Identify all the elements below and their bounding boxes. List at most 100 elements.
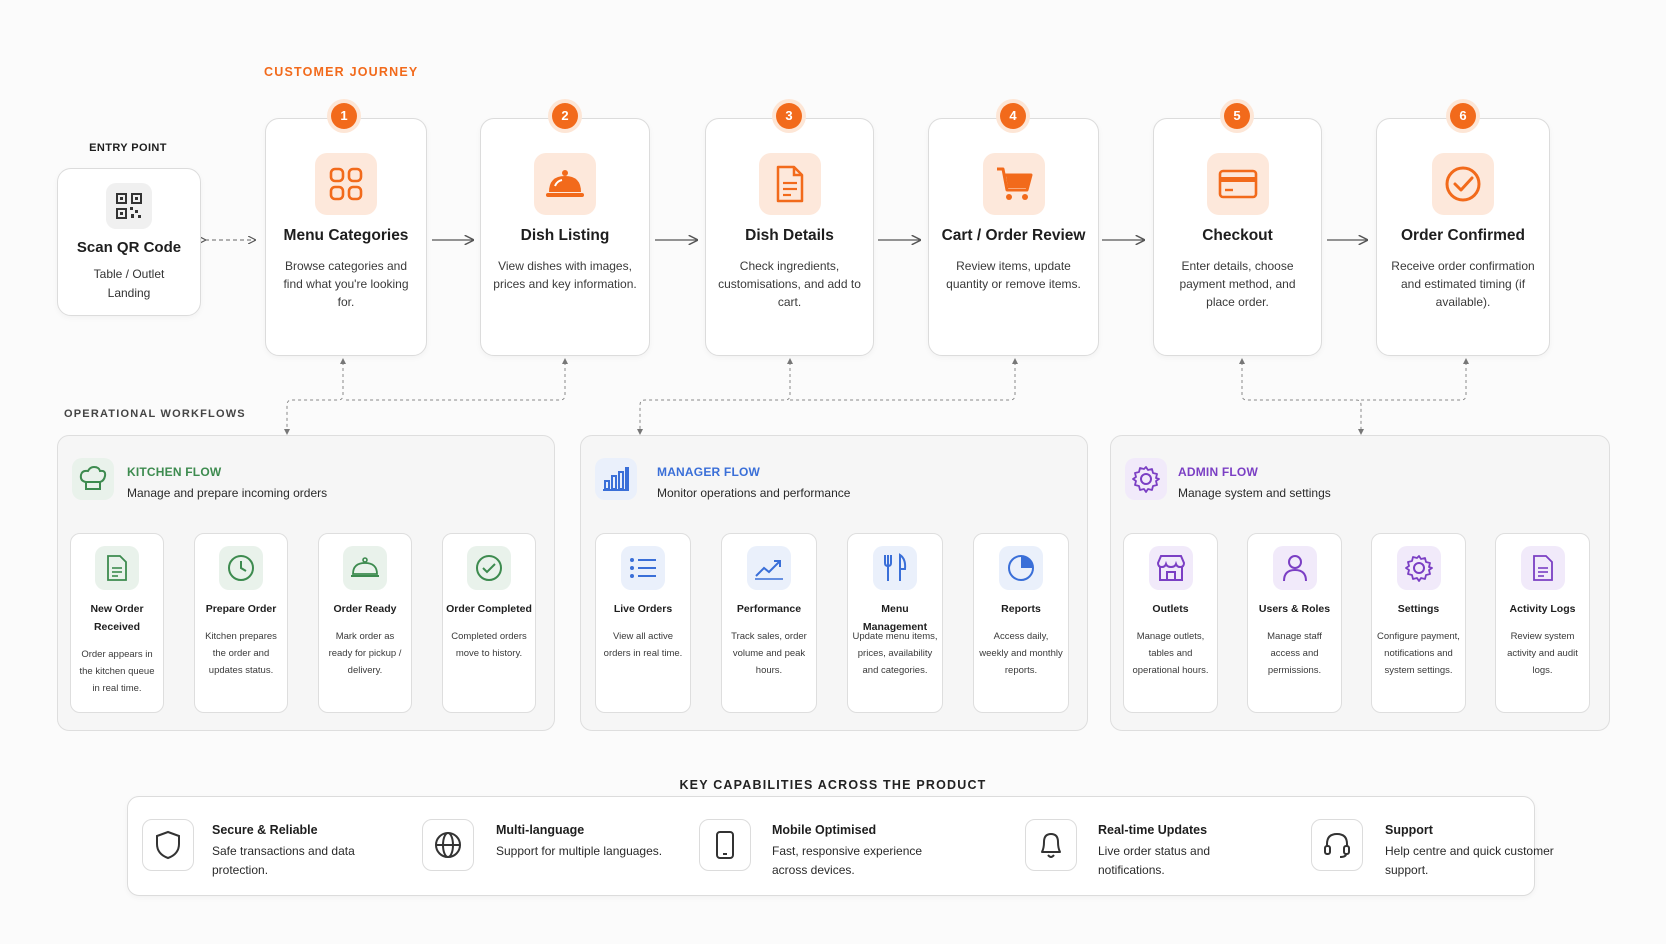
bar-chart-icon — [595, 458, 637, 500]
kitchen-step-order-completed[interactable]: Order Completed Completed orders move to… — [442, 533, 536, 713]
bell-icon — [1025, 819, 1077, 871]
mini-desc: Review system activity and audit logs. — [1507, 631, 1578, 676]
clock-icon — [219, 546, 263, 590]
kitchen-step-prepare-order[interactable]: Prepare Order Kitchen prepares the order… — [194, 533, 288, 713]
cap-desc: Help centre and quick customer support. — [1385, 844, 1554, 877]
mini-desc: Update menu items, prices, availability … — [852, 631, 938, 676]
check-circle-icon — [1432, 153, 1494, 215]
shield-icon — [142, 819, 194, 871]
step-title: Dish Listing — [520, 227, 610, 244]
operational-workflows-label: OPERATIONAL WORKFLOWS — [64, 408, 246, 420]
mini-desc: Kitchen prepares the order and updates s… — [205, 631, 277, 676]
step-desc: Receive order confirmation and estimated… — [1391, 259, 1535, 309]
manager-flow-title: MANAGER FLOW — [657, 465, 761, 479]
user-icon — [1272, 546, 1317, 590]
admin-step-settings[interactable]: Settings Configure payment, notification… — [1371, 533, 1466, 713]
admin-step-activity-logs[interactable]: Activity Logs Review system activity and… — [1495, 533, 1590, 713]
step-number-badge: 4 — [1000, 103, 1026, 129]
mini-desc: Completed orders move to history. — [451, 631, 527, 659]
admin-step-outlets[interactable]: Outlets Manage outlets, tables and opera… — [1123, 533, 1218, 713]
headset-icon — [1311, 819, 1363, 871]
document-icon — [1520, 546, 1565, 590]
capabilities-panel: Secure & Reliable Safe transactions and … — [127, 796, 1554, 896]
mini-title: Order Completed — [446, 603, 532, 615]
entry-card-scan-qr[interactable]: Scan QR Code Table / Outlet Landing — [57, 168, 201, 316]
step-desc: Browse categories and find what you're l… — [283, 259, 409, 309]
admin-flow-title: ADMIN FLOW — [1178, 465, 1258, 479]
list-icon — [621, 546, 665, 590]
admin-flow-subtitle: Manage system and settings — [1178, 486, 1331, 500]
step-title: Checkout — [1202, 227, 1273, 244]
manager-flow-subtitle: Monitor operations and performance — [657, 486, 851, 500]
step-number-badge: 2 — [552, 103, 578, 129]
manager-step-live-orders[interactable]: Live Orders View all active orders in re… — [595, 533, 691, 713]
cap-desc: Fast, responsive experience across devic… — [772, 844, 923, 877]
manager-step-performance[interactable]: Performance Track sales, order volume an… — [721, 533, 817, 713]
entry-point-label: ENTRY POINT — [89, 142, 167, 154]
step-number-badge: 3 — [776, 103, 802, 129]
mini-desc: Track sales, order volume and peak hours… — [731, 631, 807, 676]
gear-icon — [1396, 546, 1441, 590]
step-title: Cart / Order Review — [941, 227, 1086, 244]
mini-desc: Configure payment, notifications and sys… — [1377, 631, 1460, 676]
mini-title: Outlets — [1152, 603, 1189, 615]
trend-chart-icon — [747, 546, 791, 590]
kitchen-step-new-order[interactable]: New Order Received Order appears in the … — [70, 533, 164, 713]
globe-icon — [422, 819, 474, 871]
credit-card-icon — [1206, 153, 1269, 215]
kitchen-flow-subtitle: Manage and prepare incoming orders — [127, 486, 328, 500]
mini-title: New Order Received — [90, 603, 144, 633]
entry-title: Scan QR Code — [76, 239, 182, 256]
step-card-order-confirmed[interactable]: Order Confirmed Receive order confirmati… — [1376, 118, 1550, 356]
mini-title: Activity Logs — [1509, 603, 1576, 615]
grid-icon — [315, 153, 377, 215]
store-icon — [1148, 546, 1193, 590]
kitchen-step-order-ready[interactable]: Order Ready Mark order as ready for pick… — [318, 533, 412, 713]
cloche-icon — [343, 546, 387, 590]
mini-desc: View all active orders in real time. — [603, 631, 683, 659]
step-card-checkout[interactable]: Checkout Enter details, choose payment m… — [1153, 118, 1322, 356]
step-card-menu-categories[interactable]: Menu Categories Browse categories and fi… — [265, 118, 427, 356]
mini-desc: Mark order as ready for pickup / deliver… — [328, 631, 402, 676]
step-desc: Review items, update quantity or remove … — [946, 259, 1081, 291]
step-card-dish-details[interactable]: Dish Details Check ingredients, customis… — [705, 118, 874, 356]
step-desc: Enter details, choose payment method, an… — [1179, 259, 1296, 309]
mini-title: Users & Roles — [1258, 603, 1331, 615]
manager-step-menu-management[interactable]: Menu Management Update menu items, price… — [847, 533, 943, 713]
capabilities-label: KEY CAPABILITIES ACROSS THE PRODUCT — [679, 778, 987, 792]
mini-title: Performance — [736, 603, 802, 615]
mini-title: Reports — [1001, 603, 1041, 615]
mini-title: Prepare Order — [205, 603, 277, 615]
cap-desc: Live order status and notifications. — [1098, 844, 1211, 877]
cap-title: Secure & Reliable — [212, 823, 318, 837]
step-title: Menu Categories — [283, 227, 409, 244]
mini-title: Settings — [1397, 603, 1440, 615]
cap-title: Multi-language — [496, 823, 585, 837]
mini-title: Order Ready — [333, 603, 397, 615]
gear-icon — [1125, 458, 1167, 500]
step-title: Order Confirmed — [1400, 227, 1525, 244]
step-title: Dish Details — [745, 227, 834, 244]
cap-desc: Support for multiple languages. — [496, 844, 663, 858]
kitchen-flow-title: KITCHEN FLOW — [127, 465, 222, 479]
pie-chart-icon — [999, 546, 1043, 590]
step-card-dish-listing[interactable]: Dish Listing View dishes with images, pr… — [480, 118, 650, 356]
document-icon — [758, 153, 821, 215]
qr-code-icon — [106, 183, 152, 229]
chef-hat-icon — [72, 458, 114, 500]
manager-step-reports[interactable]: Reports Access daily, weekly and monthly… — [973, 533, 1069, 713]
mini-desc: Order appears in the kitchen queue in re… — [79, 649, 155, 694]
step-card-cart-order-review[interactable]: Cart / Order Review Review items, update… — [928, 118, 1099, 356]
document-icon — [95, 546, 139, 590]
cap-title: Mobile Optimised — [772, 823, 877, 837]
step-desc: Check ingredients, customisations, and a… — [718, 259, 861, 309]
mini-title: Live Orders — [613, 603, 673, 615]
utensils-icon — [873, 546, 917, 590]
phone-icon — [699, 819, 751, 871]
customer-journey-label: CUSTOMER JOURNEY — [264, 65, 419, 79]
cart-icon — [982, 153, 1045, 215]
mini-desc: Manage outlets, tables and operational h… — [1132, 631, 1209, 676]
admin-step-users-roles[interactable]: Users & Roles Manage staff access and pe… — [1247, 533, 1342, 713]
entry-desc: Table / Outlet Landing — [93, 267, 165, 300]
mini-desc: Manage staff access and permissions. — [1267, 631, 1322, 676]
